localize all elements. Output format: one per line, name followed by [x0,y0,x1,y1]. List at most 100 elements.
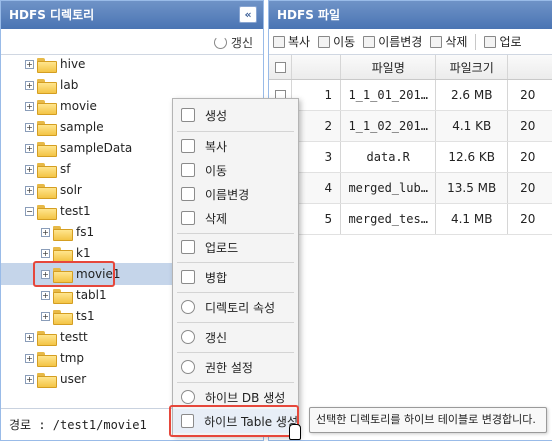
folder-icon [37,351,57,367]
tree-node-solr[interactable]: + solr [25,180,82,200]
file-date: 20 [508,80,552,110]
move-icon [181,163,195,177]
expand-icon[interactable]: + [25,353,34,363]
tree-node-label: user [60,372,87,386]
upload-icon [181,240,195,254]
delete-button[interactable]: 삭제 [430,33,467,50]
tree-node-hive[interactable]: + hive [25,54,85,74]
file-toolbar: 복사 이동 이름변경 삭제 업로 [269,29,552,55]
tree-node-tabl1[interactable]: + tabl1 [41,285,107,305]
menu-item-label: 갱신 [205,330,228,345]
folder-icon [53,225,73,241]
tree-node-testt[interactable]: + testt [25,327,88,347]
folder-icon [37,120,57,136]
expand-icon[interactable]: + [41,248,50,258]
merge-icon [181,270,195,284]
select-all-checkbox[interactable] [274,61,286,73]
collapse-panel-button[interactable]: « [239,6,257,23]
move-icon [318,35,331,48]
row-number: 1 [292,80,342,110]
expand-icon[interactable]: + [41,311,50,321]
expand-icon[interactable]: + [25,164,34,174]
tree-node-sample[interactable]: + sample [25,117,104,137]
expand-icon[interactable]: + [25,332,34,342]
tree-node-movie[interactable]: + movie [25,96,97,116]
file-grid-header: 파일명 파일크기 [269,55,552,80]
tree-node-k1[interactable]: + k1 [41,243,91,263]
expand-icon[interactable]: + [25,143,34,153]
file-size-header[interactable]: 파일크기 [436,55,509,79]
tree-node-label: testt [60,330,88,344]
file-row[interactable]: 2 1_1_02_201… 4.1 KB 20 [269,111,552,142]
menu-item-delete[interactable]: 삭제 [173,206,298,230]
tree-node-sf[interactable]: + sf [25,159,70,179]
tree-node-user[interactable]: + user [25,369,86,389]
menu-item-move[interactable]: 이동 [173,158,298,182]
refresh-directory-button[interactable]: 갱신 [213,34,253,51]
file-row[interactable]: 1 1_1_01_201… 2.6 MB 20 [269,80,552,111]
file-name: merged_tes… [341,204,437,234]
hdfs-directory-title: HDFS 디렉토리 [9,8,95,22]
menu-item-label: 권한 설정 [205,360,253,375]
directory-context-menu: 생성 복사 이동 이름변경 삭제 업로드 병합 디렉토리 속성 갱신 권한 설정 [172,98,299,436]
rename-button[interactable]: 이름변경 [363,33,422,50]
tree-node-label: sf [60,162,71,176]
expand-icon[interactable]: + [41,227,50,237]
expand-icon[interactable]: + [25,122,34,132]
toolbar-separator [475,33,477,50]
refresh-icon [213,36,227,49]
file-row[interactable]: 5 merged_tes… 4.1 MB 20 [269,204,552,235]
menu-item-refresh[interactable]: 갱신 [173,325,298,349]
copy-icon [273,35,285,48]
file-size: 4.1 KB [436,111,509,141]
expand-icon[interactable]: + [25,185,34,195]
tree-node-test1[interactable]: − test1 [25,201,91,221]
copy-icon [181,139,195,153]
rename-icon [181,187,195,201]
menu-item-directory-properties[interactable]: 디렉토리 속성 [173,295,298,319]
tree-node-label: fs1 [76,225,95,239]
menu-item-label: 디렉토리 속성 [205,300,276,315]
tree-node-fs1[interactable]: + fs1 [41,222,94,242]
collapse-icon[interactable]: − [25,206,34,216]
tree-node-lab[interactable]: + lab [25,75,78,95]
menu-item-label: 하이브 DB 생성 [205,390,286,405]
file-row[interactable]: 3 data.R 12.6 KB 20 [269,142,552,173]
expand-icon[interactable]: + [41,290,50,300]
file-date: 20 [508,173,552,203]
file-name-header[interactable]: 파일명 [341,55,437,79]
upload-button[interactable]: 업로 [484,33,522,50]
expand-icon[interactable]: + [25,101,34,111]
move-button[interactable]: 이동 [318,33,355,50]
menu-item-copy[interactable]: 복사 [173,134,298,158]
open-folder-icon [37,204,57,220]
file-size: 12.6 KB [436,142,509,172]
menu-item-rename[interactable]: 이름변경 [173,182,298,206]
file-name: data.R [341,142,437,172]
tree-node-ts1[interactable]: + ts1 [41,306,95,326]
tree-node-tmp[interactable]: + tmp [25,348,84,368]
menu-item-label: 업로드 [205,240,239,255]
copy-button[interactable]: 복사 [273,33,310,50]
menu-item-upload[interactable]: 업로드 [173,235,298,259]
menu-item-permissions[interactable]: 권한 설정 [173,355,298,379]
tree-node-sampledata[interactable]: + sampleData [25,138,132,158]
menu-item-merge[interactable]: 병합 [173,265,298,289]
file-name: 1_1_01_201… [341,80,437,110]
menu-item-label: 삭제 [205,211,228,226]
rename-label: 이름변경 [378,35,423,49]
menu-highlight-frame [169,405,299,437]
select-all-cell[interactable] [269,55,293,79]
menu-separator [177,292,294,293]
tree-node-label: test1 [60,204,91,218]
menu-item-create[interactable]: 생성 [173,103,298,127]
menu-separator [177,131,294,132]
expand-icon[interactable]: + [25,374,34,384]
row-number: 2 [292,111,342,141]
file-size: 13.5 MB [436,173,509,203]
menu-item-label: 생성 [205,108,228,123]
expand-icon[interactable]: + [25,80,34,90]
expand-icon[interactable]: + [25,59,34,69]
file-date-header[interactable] [508,55,552,79]
file-row[interactable]: 4 merged_lub… 13.5 MB 20 [269,173,552,204]
